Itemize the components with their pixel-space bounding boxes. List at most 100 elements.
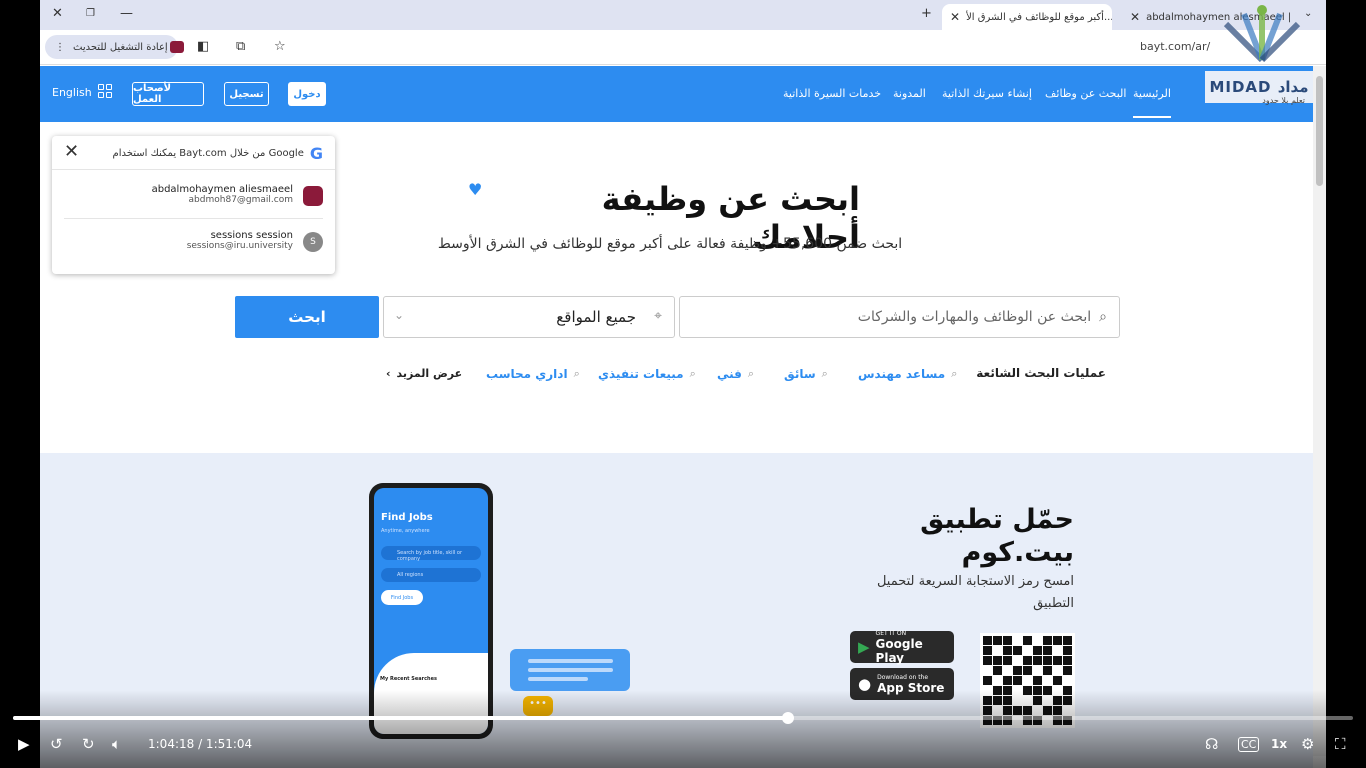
- location-select[interactable]: جميع المواقع ⌖ ⌄: [383, 296, 675, 338]
- video-progress-bar[interactable]: [13, 712, 1353, 724]
- video-time: 1:04:18 / 1:51:04: [148, 737, 253, 751]
- relaunch-button[interactable]: ⋮ إعادة التشغيل للتحديث: [45, 35, 178, 59]
- audio-track-icon[interactable]: ☊: [1205, 735, 1218, 753]
- account-email: sessions@iru.university: [186, 241, 293, 251]
- popular-search-label: اداري محاسب: [486, 367, 568, 381]
- phone-tagline: Anytime, anywhere: [381, 528, 430, 534]
- chat-bubble-illustration: [510, 649, 630, 691]
- tab-title: أكبر موقع للوظائف في الشرق الأ...: [966, 11, 1112, 23]
- avatar: S: [303, 232, 323, 252]
- register-button[interactable]: تسجيل: [224, 82, 269, 106]
- location-value: جميع المواقع: [556, 308, 636, 326]
- rewind-10-icon[interactable]: ↺: [50, 735, 63, 753]
- search-icon: ⌕: [1099, 309, 1107, 325]
- popular-search-item[interactable]: ⌕ مساعد مهندس: [858, 367, 957, 381]
- search-button[interactable]: ابحث: [235, 296, 379, 338]
- fullscreen-icon[interactable]: ⛶: [1335, 735, 1346, 753]
- tab-strip: ✕ ❐ — + ✕ أكبر موقع للوظائف في الشرق الأ…: [40, 0, 1326, 30]
- search-icon: ⌕: [747, 367, 755, 380]
- language-toggle[interactable]: English: [52, 86, 92, 99]
- close-tab-icon[interactable]: ✕: [1130, 10, 1140, 24]
- account-name: sessions session: [210, 230, 293, 241]
- popular-searches-label: عمليات البحث الشائعة: [976, 366, 1106, 380]
- show-more-link[interactable]: ‹ عرض المزيد: [386, 367, 462, 380]
- nav-home[interactable]: الرئيسية: [1133, 87, 1171, 118]
- browser-window: ✕ ❐ — + ✕ أكبر موقع للوظائف في الشرق الأ…: [40, 0, 1326, 768]
- search-icon: ⌕: [573, 367, 580, 380]
- volume-icon[interactable]: 🔈︎: [112, 735, 121, 753]
- progress-scrubber[interactable]: [781, 712, 794, 724]
- google-play-badge[interactable]: ▶ GET IT ON Google Play: [850, 629, 954, 665]
- show-more-label: عرض المزيد: [396, 367, 463, 380]
- popular-search-label: مبيعات تنفيذي: [598, 367, 684, 381]
- promo-title-line: حمّل تطبيق: [920, 504, 1074, 535]
- google-g-icon: G: [309, 144, 323, 163]
- close-window-icon[interactable]: ✕: [52, 6, 63, 21]
- logo-text: MIDAD مداد: [1209, 78, 1309, 96]
- logo-tagline: تعلم بلا حدود: [1262, 96, 1305, 105]
- search-icon: ⌕: [951, 367, 958, 380]
- account-row[interactable]: abdalmohaymen aliesmaeel abdmoh87@gmail.…: [152, 184, 293, 205]
- progress-fill: [13, 716, 788, 720]
- new-tab-button[interactable]: +: [921, 6, 932, 21]
- captions-icon[interactable]: CC: [1238, 737, 1260, 752]
- play-icon[interactable]: ▶: [18, 735, 30, 753]
- nav-create-cv[interactable]: إنشاء سيرتك الذاتية: [942, 87, 1032, 100]
- close-tab-icon[interactable]: ✕: [950, 10, 960, 24]
- badge-text: Google Play: [875, 636, 923, 665]
- close-icon[interactable]: ✕: [64, 141, 79, 162]
- nav-job-search[interactable]: البحث عن وظائف: [1045, 87, 1126, 100]
- popular-search-label: فني: [717, 367, 742, 381]
- badge-small-text: Download on the: [877, 673, 929, 681]
- account-row[interactable]: sessions session sessions@iru.university: [187, 230, 293, 251]
- profile-icon[interactable]: [170, 41, 184, 53]
- page-scrollbar[interactable]: [1313, 66, 1326, 756]
- bookmark-star-icon[interactable]: ☆: [274, 39, 286, 54]
- phone-location-field: All regions: [381, 568, 481, 582]
- site-header: MIDAD مداد تعلم بلا حدود الرئيسية البحث …: [40, 66, 1313, 122]
- popular-search-item[interactable]: ⌕ اداري محاسب: [486, 367, 580, 381]
- location-pin-icon: ⌖: [654, 308, 662, 324]
- more-menu-icon: ⋮: [55, 41, 65, 53]
- account-email: abdmoh87@gmail.com: [188, 195, 293, 205]
- apps-grid-icon[interactable]: [98, 84, 112, 98]
- onetap-header-text: يمكنك استخدام Bayt.com من خلال Google: [112, 148, 304, 159]
- chevron-left-icon: ‹: [386, 367, 391, 380]
- player-shade: [0, 690, 1366, 768]
- relaunch-label: إعادة التشغيل للتحديث: [73, 41, 168, 53]
- nav-blog[interactable]: المدونة: [893, 87, 926, 100]
- popular-search-label: مساعد مهندس: [858, 367, 946, 381]
- login-button[interactable]: دخول: [288, 82, 326, 106]
- settings-gear-icon[interactable]: ⚙︎: [1301, 735, 1314, 753]
- phone-title: Find Jobs: [381, 512, 433, 523]
- employers-button[interactable]: لأصحاب العمل: [132, 82, 204, 106]
- midad-watermark-logo: [1223, 5, 1301, 62]
- popular-search-item[interactable]: ⌕ مبيعات تنفيذي: [598, 367, 696, 381]
- google-onetap-popup: ✕ يمكنك استخدام Bayt.com من خلال Google …: [52, 136, 335, 274]
- heart-icon: ♥: [468, 180, 483, 199]
- scrollbar-thumb[interactable]: [1316, 76, 1323, 186]
- search-icon: ⌕: [689, 367, 696, 380]
- url-field[interactable]: bayt.com/ar/: [1140, 40, 1210, 53]
- nav-cv-services[interactable]: خدمات السيرة الذاتية: [783, 87, 881, 100]
- tab-bayt[interactable]: ✕ أكبر موقع للوظائف في الشرق الأ... b: [942, 4, 1112, 30]
- badge-small-text: GET IT ON: [875, 629, 907, 637]
- promo-subtitle: امسح رمز الاستجابة السريعة لتحميل التطبي…: [876, 574, 1074, 611]
- popular-search-label: سائق: [784, 367, 816, 381]
- promo-title: حمّل تطبيق بيت.كوم: [880, 503, 1074, 569]
- popular-search-item[interactable]: ⌕ سائق: [784, 367, 828, 381]
- account-name: abdalmohaymen aliesmaeel: [151, 184, 293, 195]
- extensions-icon[interactable]: ⧉: [236, 39, 245, 54]
- avatar: [303, 186, 323, 206]
- midad-logo: MIDAD مداد تعلم بلا حدود: [1205, 71, 1313, 105]
- side-panel-icon[interactable]: ◧: [197, 39, 209, 54]
- restore-window-icon[interactable]: ❐: [86, 8, 95, 19]
- chevron-down-icon: ⌄: [394, 308, 405, 322]
- minimize-window-icon[interactable]: —: [120, 6, 133, 21]
- keyword-search-input[interactable]: ابحث عن الوظائف والمهارات والشركات ⌕: [679, 296, 1120, 338]
- playback-speed[interactable]: 1x: [1271, 737, 1287, 751]
- address-bar: ⋮ إعادة التشغيل للتحديث ◧ ⧉ ☆ bayt.com/a…: [40, 30, 1326, 65]
- forward-10-icon[interactable]: ↻: [82, 735, 95, 753]
- popular-search-item[interactable]: ⌕ فني: [717, 367, 754, 381]
- promo-title-line: بيت.كوم: [961, 537, 1074, 568]
